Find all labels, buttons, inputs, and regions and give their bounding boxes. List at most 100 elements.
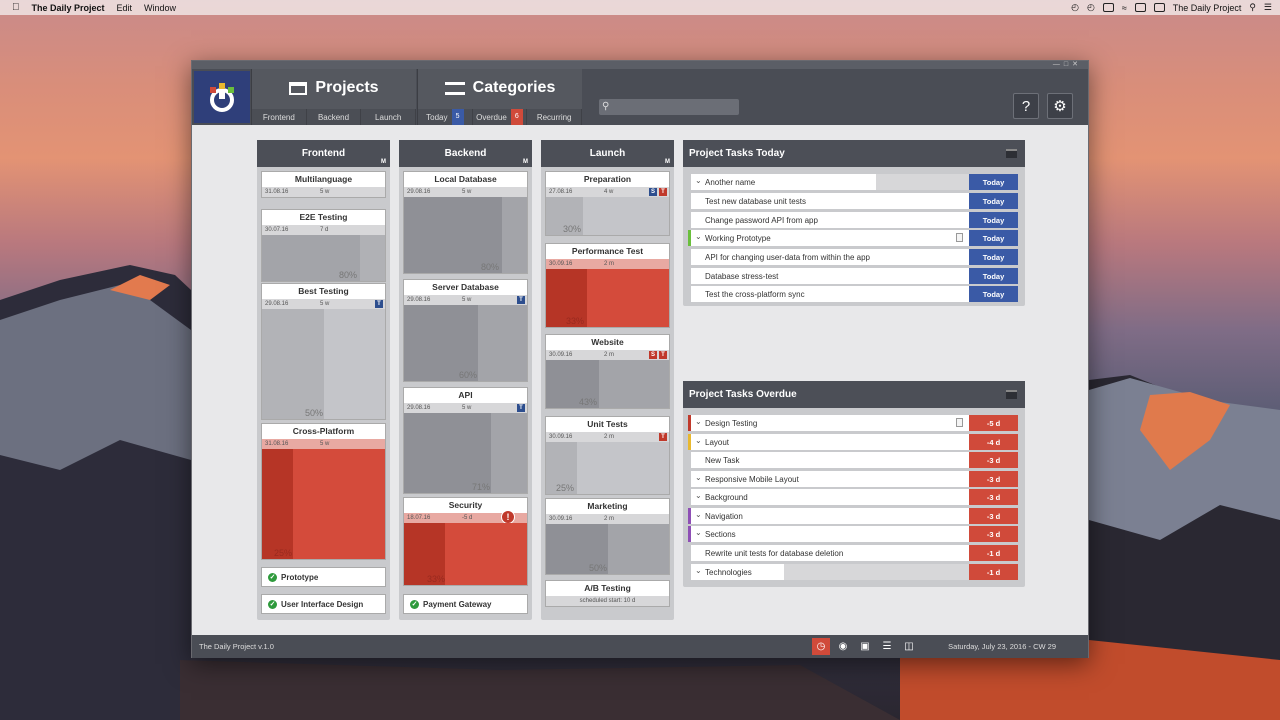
chevron-down-icon[interactable]: ⌄	[695, 436, 702, 445]
column-header[interactable]: Frontend M	[257, 140, 390, 167]
project-card[interactable]: Unit Tests 30.09.16 2 m T 25%	[545, 416, 670, 495]
task-row[interactable]: ⌄ Background -3 d	[688, 489, 1018, 505]
task-status[interactable]: Today	[969, 268, 1018, 284]
chevron-down-icon[interactable]: ⌄	[695, 510, 702, 519]
timer-icon[interactable]: ◷	[812, 638, 830, 655]
menu-app-name[interactable]: The Daily Project	[32, 3, 105, 13]
app-logo[interactable]	[194, 71, 250, 123]
note-icon[interactable]	[956, 233, 963, 242]
task-status[interactable]: Today	[969, 249, 1018, 265]
chevron-down-icon[interactable]: ⌄	[695, 176, 702, 185]
task-row[interactable]: ⌄ Navigation -3 d	[688, 508, 1018, 524]
task-status[interactable]: -1 d	[969, 545, 1018, 561]
column-header[interactable]: Backend M	[399, 140, 532, 167]
panel-collapse-icon[interactable]	[1006, 149, 1017, 158]
task-status[interactable]: -3 d	[969, 526, 1018, 542]
completed-project[interactable]: ✓ User Interface Design	[261, 594, 386, 614]
column-menu-icon[interactable]: M	[523, 159, 528, 165]
help-button[interactable]: ?	[1013, 93, 1039, 119]
column-menu-icon[interactable]: M	[381, 159, 386, 165]
battery-icon[interactable]	[1102, 3, 1114, 12]
task-row[interactable]: ⌄ Sections -3 d	[688, 526, 1018, 542]
notification-center-icon[interactable]: ☰	[1264, 2, 1272, 13]
menu-right-app-name[interactable]: The Daily Project	[1173, 3, 1242, 13]
task-status[interactable]: Today	[969, 174, 1018, 190]
project-card[interactable]: Website 30.09.16 2 m ST 43%	[545, 334, 670, 409]
warning-icon[interactable]: !	[501, 510, 515, 524]
project-card[interactable]: Multilanguage 31.08.16 5 w	[261, 171, 386, 198]
task-row[interactable]: ⌄ Technologies -1 d	[688, 564, 1018, 580]
task-status[interactable]: -3 d	[969, 452, 1018, 468]
tab-recurring[interactable]: Recurring	[527, 109, 583, 125]
pin-icon[interactable]: ◉	[834, 638, 852, 655]
projects-button[interactable]: Projects	[252, 69, 416, 107]
project-card[interactable]: API 29.08.16 5 w T 71%	[403, 387, 528, 494]
completed-project[interactable]: ✓ Prototype	[261, 567, 386, 587]
tab-today[interactable]: Today 5	[418, 109, 473, 125]
completed-project[interactable]: ✓ Payment Gateway	[403, 594, 528, 614]
apple-menu-icon[interactable]: 	[12, 2, 20, 13]
task-row[interactable]: ⌄ Working Prototype Today	[688, 230, 1018, 246]
filter-icon[interactable]: ☰	[878, 638, 896, 655]
task-status[interactable]: Today	[969, 230, 1018, 246]
column-header[interactable]: Launch M	[541, 140, 674, 167]
project-card[interactable]: Security 18.07.16 -5 d ! 33%	[403, 497, 528, 586]
chevron-down-icon[interactable]: ⌄	[695, 417, 702, 426]
schedule-icon[interactable]: ▣	[856, 638, 874, 655]
project-card[interactable]: Preparation 27.08.16 4 w ST 30%	[545, 171, 670, 236]
window-controls[interactable]: —□✕	[1053, 61, 1082, 69]
task-row[interactable]: Test new database unit tests Today	[688, 193, 1018, 209]
spotlight-icon[interactable]: ⚲	[1249, 2, 1256, 13]
tab-backend[interactable]: Backend	[306, 109, 362, 125]
task-status[interactable]: -3 d	[969, 489, 1018, 505]
chevron-down-icon[interactable]: ⌄	[695, 491, 702, 500]
project-card[interactable]: Local Database 29.08.16 5 w 80%	[403, 171, 528, 274]
project-card[interactable]: A/B Testing scheduled start: 10 d	[545, 580, 670, 607]
task-status[interactable]: -4 d	[969, 434, 1018, 450]
task-row[interactable]: Database stress-test Today	[688, 268, 1018, 284]
project-card[interactable]: Cross-Platform 31.08.16 5 w 25%	[261, 423, 386, 560]
task-row[interactable]: New Task -3 d	[688, 452, 1018, 468]
tab-frontend[interactable]: Frontend	[252, 109, 307, 125]
task-row[interactable]: ⌄ Another name Today	[688, 174, 1018, 190]
display-icon[interactable]	[1153, 3, 1165, 12]
column-menu-icon[interactable]: M	[665, 159, 670, 165]
project-card[interactable]: Performance Test 30.09.16 2 m 33%	[545, 243, 670, 328]
task-status[interactable]: -1 d	[969, 564, 1018, 580]
task-row[interactable]: ⌄ Responsive Mobile Layout -3 d	[688, 471, 1018, 487]
airplay-icon[interactable]	[1134, 3, 1146, 12]
categories-button[interactable]: Categories	[418, 69, 582, 107]
task-status[interactable]: Today	[969, 212, 1018, 228]
search-input[interactable]: ⚲	[599, 99, 739, 115]
task-row[interactable]: ⌄ Design Testing -5 d	[688, 415, 1018, 431]
menu-window[interactable]: Window	[144, 3, 176, 13]
project-card[interactable]: Marketing 30.09.16 2 m 50%	[545, 498, 670, 575]
task-status[interactable]: -3 d	[969, 508, 1018, 524]
project-card[interactable]: E2E Testing 30.07.16 7 d 80%	[261, 209, 386, 282]
note-icon[interactable]	[956, 418, 963, 427]
window-titlebar[interactable]: —□✕	[192, 61, 1088, 69]
task-status[interactable]: -5 d	[969, 415, 1018, 431]
chevron-down-icon[interactable]: ⌄	[695, 566, 702, 575]
panel-collapse-icon[interactable]	[1006, 390, 1017, 399]
trash-icon[interactable]: ◫	[900, 638, 918, 655]
chevron-down-icon[interactable]: ⌄	[695, 528, 702, 537]
task-row[interactable]: API for changing user-data from within t…	[688, 249, 1018, 265]
clock-status-icon[interactable]: ◴	[1087, 2, 1095, 13]
task-status[interactable]: -3 d	[969, 471, 1018, 487]
task-row[interactable]: ⌄ Layout -4 d	[688, 434, 1018, 450]
menu-edit[interactable]: Edit	[117, 3, 133, 13]
tab-launch[interactable]: Launch	[361, 109, 417, 125]
task-row[interactable]: Change password API from app Today	[688, 212, 1018, 228]
task-row[interactable]: Rewrite unit tests for database deletion…	[688, 545, 1018, 561]
tab-overdue[interactable]: Overdue 6	[472, 109, 528, 125]
task-status[interactable]: Today	[969, 286, 1018, 302]
timer-status-icon[interactable]: ◴	[1071, 2, 1079, 13]
project-card[interactable]: Best Testing 29.08.16 5 w T 50%	[261, 283, 386, 420]
task-row[interactable]: Test the cross-platform sync Today	[688, 286, 1018, 302]
project-card[interactable]: Server Database 29.08.16 5 w T 60%	[403, 279, 528, 382]
chevron-down-icon[interactable]: ⌄	[695, 473, 702, 482]
chevron-down-icon[interactable]: ⌄	[695, 232, 702, 241]
settings-button[interactable]: ⚙	[1047, 93, 1073, 119]
task-status[interactable]: Today	[969, 193, 1018, 209]
